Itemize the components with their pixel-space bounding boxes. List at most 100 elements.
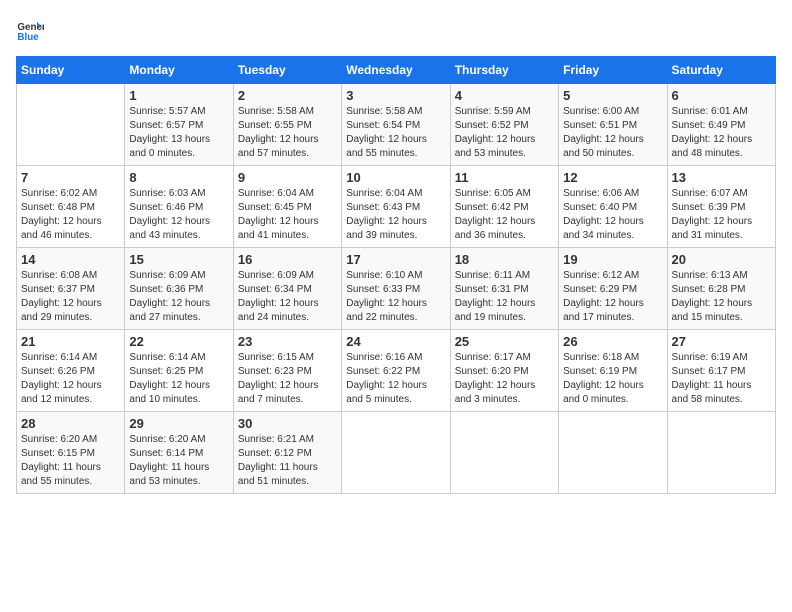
calendar-cell: 23 Sunrise: 6:15 AM Sunset: 6:23 PM Dayli… [233, 330, 341, 412]
day-info: Sunrise: 6:10 AM Sunset: 6:33 PM Dayligh… [346, 269, 445, 325]
day-info: Sunrise: 6:02 AM Sunset: 6:48 PM Dayligh… [21, 187, 120, 243]
day-number: 9 [238, 170, 337, 185]
day-number: 2 [238, 88, 337, 103]
day-number: 12 [563, 170, 662, 185]
day-info: Sunrise: 6:17 AM Sunset: 6:20 PM Dayligh… [455, 351, 554, 407]
day-info: Sunrise: 6:18 AM Sunset: 6:19 PM Dayligh… [563, 351, 662, 407]
day-number: 21 [21, 334, 120, 349]
day-info: Sunrise: 6:13 AM Sunset: 6:28 PM Dayligh… [672, 269, 771, 325]
day-info: Sunrise: 6:05 AM Sunset: 6:42 PM Dayligh… [455, 187, 554, 243]
calendar-cell: 7Sunrise: 6:02 AM Sunset: 6:48 PM Daylig… [17, 166, 125, 248]
day-info: Sunrise: 6:04 AM Sunset: 6:45 PM Dayligh… [238, 187, 337, 243]
day-number: 4 [455, 88, 554, 103]
calendar-week-row: 7Sunrise: 6:02 AM Sunset: 6:48 PM Daylig… [17, 166, 776, 248]
day-info: Sunrise: 5:59 AM Sunset: 6:52 PM Dayligh… [455, 105, 554, 161]
svg-text:Blue: Blue [17, 32, 39, 43]
day-number: 25 [455, 334, 554, 349]
calendar-table: SundayMondayTuesdayWednesdayThursdayFrid… [16, 56, 776, 494]
calendar-cell: 15 Sunrise: 6:09 AM Sunset: 6:36 PM Dayli… [125, 248, 233, 330]
page-header: General Blue [16, 16, 776, 44]
day-info: Sunrise: 6:09 AM Sunset: 6:34 PM Dayligh… [238, 269, 337, 325]
day-info: Sunrise: 6:03 AM Sunset: 6:46 PM Dayligh… [129, 187, 228, 243]
day-info: Sunrise: 6:06 AM Sunset: 6:40 PM Dayligh… [563, 187, 662, 243]
day-number: 26 [563, 334, 662, 349]
day-number: 6 [672, 88, 771, 103]
calendar-cell: 6 Sunrise: 6:01 AM Sunset: 6:49 PM Daylig… [667, 84, 775, 166]
logo: General Blue [16, 16, 48, 44]
day-number: 15 [129, 252, 228, 267]
calendar-cell: 30 Sunrise: 6:21 AM Sunset: 6:12 PM Dayli… [233, 412, 341, 494]
day-info: Sunrise: 6:20 AM Sunset: 6:15 PM Dayligh… [21, 433, 120, 489]
day-number: 27 [672, 334, 771, 349]
logo-icon: General Blue [16, 16, 44, 44]
calendar-cell: 4 Sunrise: 5:59 AM Sunset: 6:52 PM Daylig… [450, 84, 558, 166]
calendar-cell: 5 Sunrise: 6:00 AM Sunset: 6:51 PM Daylig… [559, 84, 667, 166]
day-number: 24 [346, 334, 445, 349]
day-number: 5 [563, 88, 662, 103]
day-number: 28 [21, 416, 120, 431]
calendar-cell: 21 Sunrise: 6:14 AM Sunset: 6:26 PM Dayli… [17, 330, 125, 412]
day-number: 17 [346, 252, 445, 267]
day-info: Sunrise: 6:07 AM Sunset: 6:39 PM Dayligh… [672, 187, 771, 243]
day-number: 13 [672, 170, 771, 185]
calendar-cell: 2 Sunrise: 5:58 AM Sunset: 6:55 PM Daylig… [233, 84, 341, 166]
day-number: 22 [129, 334, 228, 349]
day-number: 18 [455, 252, 554, 267]
weekday-header: Sunday [17, 57, 125, 84]
weekday-header: Friday [559, 57, 667, 84]
day-info: Sunrise: 6:19 AM Sunset: 6:17 PM Dayligh… [672, 351, 771, 407]
calendar-cell: 16Sunrise: 6:09 AM Sunset: 6:34 PM Dayli… [233, 248, 341, 330]
calendar-cell [17, 84, 125, 166]
calendar-cell: 29 Sunrise: 6:20 AM Sunset: 6:14 PM Dayli… [125, 412, 233, 494]
day-number: 23 [238, 334, 337, 349]
calendar-cell: 17 Sunrise: 6:10 AM Sunset: 6:33 PM Dayli… [342, 248, 450, 330]
weekday-header: Monday [125, 57, 233, 84]
calendar-cell: 12 Sunrise: 6:06 AM Sunset: 6:40 PM Dayli… [559, 166, 667, 248]
day-info: Sunrise: 6:01 AM Sunset: 6:49 PM Dayligh… [672, 105, 771, 161]
day-number: 11 [455, 170, 554, 185]
day-info: Sunrise: 6:14 AM Sunset: 6:26 PM Dayligh… [21, 351, 120, 407]
calendar-cell: 27 Sunrise: 6:19 AM Sunset: 6:17 PM Dayli… [667, 330, 775, 412]
calendar-cell: 14Sunrise: 6:08 AM Sunset: 6:37 PM Dayli… [17, 248, 125, 330]
calendar-cell: 24 Sunrise: 6:16 AM Sunset: 6:22 PM Dayli… [342, 330, 450, 412]
day-info: Sunrise: 6:20 AM Sunset: 6:14 PM Dayligh… [129, 433, 228, 489]
calendar-week-row: 28 Sunrise: 6:20 AM Sunset: 6:15 PM Dayli… [17, 412, 776, 494]
calendar-cell: 9 Sunrise: 6:04 AM Sunset: 6:45 PM Daylig… [233, 166, 341, 248]
calendar-cell [450, 412, 558, 494]
calendar-cell [342, 412, 450, 494]
day-info: Sunrise: 6:09 AM Sunset: 6:36 PM Dayligh… [129, 269, 228, 325]
calendar-cell: 28 Sunrise: 6:20 AM Sunset: 6:15 PM Dayli… [17, 412, 125, 494]
day-info: Sunrise: 6:08 AM Sunset: 6:37 PM Dayligh… [21, 269, 120, 325]
day-number: 30 [238, 416, 337, 431]
calendar-cell [667, 412, 775, 494]
day-info: Sunrise: 5:58 AM Sunset: 6:55 PM Dayligh… [238, 105, 337, 161]
day-info: Sunrise: 6:21 AM Sunset: 6:12 PM Dayligh… [238, 433, 337, 489]
day-number: 29 [129, 416, 228, 431]
weekday-header: Tuesday [233, 57, 341, 84]
day-info: Sunrise: 6:16 AM Sunset: 6:22 PM Dayligh… [346, 351, 445, 407]
calendar-cell: 8Sunrise: 6:03 AM Sunset: 6:46 PM Daylig… [125, 166, 233, 248]
day-info: Sunrise: 5:58 AM Sunset: 6:54 PM Dayligh… [346, 105, 445, 161]
calendar-cell: 26 Sunrise: 6:18 AM Sunset: 6:19 PM Dayli… [559, 330, 667, 412]
day-number: 1 [129, 88, 228, 103]
weekday-header: Saturday [667, 57, 775, 84]
day-info: Sunrise: 6:00 AM Sunset: 6:51 PM Dayligh… [563, 105, 662, 161]
day-info: Sunrise: 6:14 AM Sunset: 6:25 PM Dayligh… [129, 351, 228, 407]
day-info: Sunrise: 6:15 AM Sunset: 6:23 PM Dayligh… [238, 351, 337, 407]
calendar-cell: 19Sunrise: 6:12 AM Sunset: 6:29 PM Dayli… [559, 248, 667, 330]
calendar-header: SundayMondayTuesdayWednesdayThursdayFrid… [17, 57, 776, 84]
calendar-cell: 3 Sunrise: 5:58 AM Sunset: 6:54 PM Daylig… [342, 84, 450, 166]
weekday-header: Wednesday [342, 57, 450, 84]
calendar-week-row: 14Sunrise: 6:08 AM Sunset: 6:37 PM Dayli… [17, 248, 776, 330]
day-number: 20 [672, 252, 771, 267]
calendar-week-row: 1 Sunrise: 5:57 AM Sunset: 6:57 PM Daylig… [17, 84, 776, 166]
day-number: 19 [563, 252, 662, 267]
day-info: Sunrise: 6:11 AM Sunset: 6:31 PM Dayligh… [455, 269, 554, 325]
day-number: 3 [346, 88, 445, 103]
day-info: Sunrise: 5:57 AM Sunset: 6:57 PM Dayligh… [129, 105, 228, 161]
calendar-cell: 20 Sunrise: 6:13 AM Sunset: 6:28 PM Dayli… [667, 248, 775, 330]
calendar-cell: 1 Sunrise: 5:57 AM Sunset: 6:57 PM Daylig… [125, 84, 233, 166]
calendar-cell: 13 Sunrise: 6:07 AM Sunset: 6:39 PM Dayli… [667, 166, 775, 248]
weekday-header: Thursday [450, 57, 558, 84]
calendar-cell: 11 Sunrise: 6:05 AM Sunset: 6:42 PM Dayli… [450, 166, 558, 248]
